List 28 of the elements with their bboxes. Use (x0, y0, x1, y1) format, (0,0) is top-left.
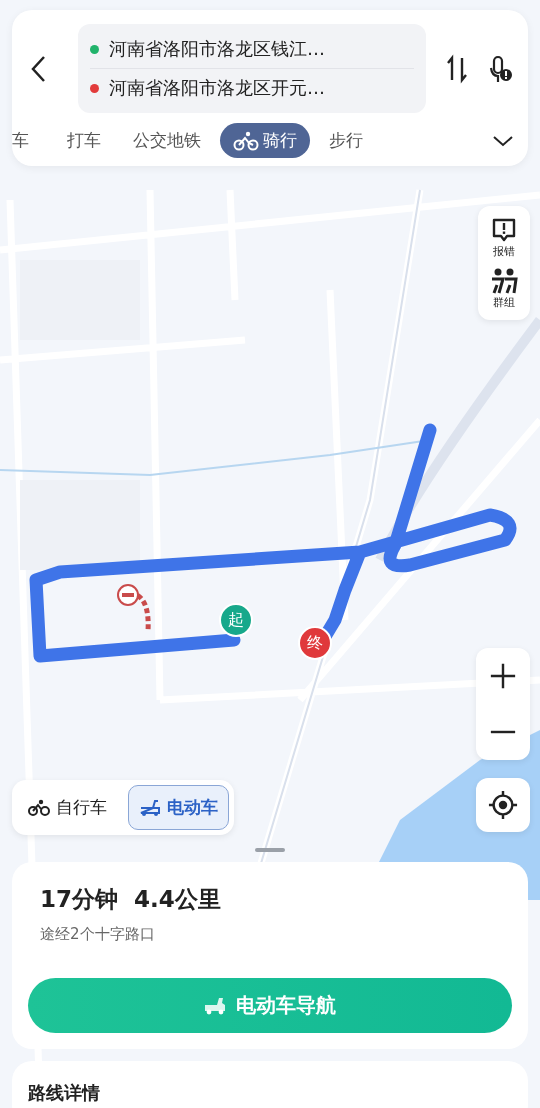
vehicle-option[interactable]: 自行车 (17, 785, 118, 830)
chevron-down-icon[interactable] (492, 133, 514, 148)
distance-text: 4.4公里 (134, 885, 221, 914)
mode-tab[interactable]: 步行 (316, 123, 376, 158)
destination-dot (90, 83, 99, 93)
origin-dot (90, 44, 99, 54)
scooter-icon (204, 996, 226, 1015)
bicycle-icon (233, 130, 259, 151)
scooter-icon (139, 798, 161, 817)
zoom-in-icon[interactable] (489, 662, 517, 690)
mode-tab[interactable]: 骑行 (220, 123, 310, 158)
mode-tab[interactable]: 打车 (54, 123, 114, 158)
vehicle-option[interactable]: 电动车 (128, 785, 229, 830)
locate-button[interactable] (476, 778, 530, 832)
swap-icon[interactable] (444, 53, 470, 84)
mode-tab[interactable]: 车 (12, 123, 42, 158)
origin-field[interactable]: 河南省洛阳市洛龙区钱江… (109, 37, 325, 61)
locate-icon (488, 790, 518, 820)
microphone-icon[interactable] (488, 53, 514, 84)
destination-field[interactable]: 河南省洛阳市洛龙区开元… (109, 76, 325, 100)
map-tool-button[interactable]: 报错 (490, 212, 518, 263)
details-title: 路线详情 (28, 1082, 100, 1103)
route-note: 途经2个十字路口 (40, 925, 156, 944)
mode-tab[interactable]: 公交地铁 (120, 123, 214, 158)
drag-handle[interactable] (255, 848, 285, 852)
bicycle-icon (28, 798, 50, 817)
map-tool-button[interactable]: 群组 (490, 263, 518, 314)
duration-text: 17分钟 (40, 885, 118, 914)
